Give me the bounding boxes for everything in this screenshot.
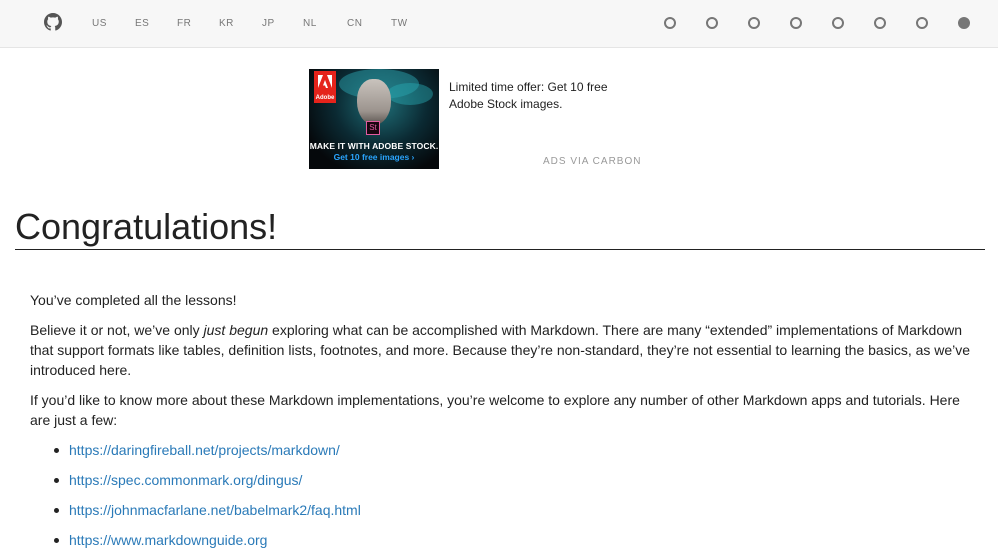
language-link-es[interactable]: ES <box>135 18 149 29</box>
lesson-dot-current[interactable] <box>958 17 970 29</box>
language-link-cn[interactable]: CN <box>347 18 362 29</box>
language-link-fr[interactable]: FR <box>177 18 191 29</box>
lesson-dot[interactable] <box>916 17 928 29</box>
list-item: https://www.markdownguide.org <box>30 530 975 560</box>
extended-markdown-paragraph: Believe it or not, we’ve only just begun… <box>30 320 975 380</box>
ad-image-hair <box>387 83 433 105</box>
top-navigation-bar: US ES FR KR JP NL CN TW <box>0 0 998 48</box>
lesson-dot[interactable] <box>748 17 760 29</box>
resources-intro-paragraph: If you’d like to know more about these M… <box>30 392 960 428</box>
completion-message: You’ve completed all the lessons! <box>30 292 237 308</box>
language-link-jp[interactable]: JP <box>262 18 275 29</box>
resource-links-list: https://daringfireball.net/projects/mark… <box>30 440 975 560</box>
list-item: https://daringfireball.net/projects/mark… <box>30 440 975 470</box>
ad-image[interactable]: Adobe St MAKE IT WITH ADOBE STOCK. Get 1… <box>309 69 439 169</box>
emphasis-text: just begun <box>203 322 269 338</box>
carbon-ad: Adobe St MAKE IT WITH ADOBE STOCK. Get 1… <box>309 69 649 169</box>
lesson-dot[interactable] <box>790 17 802 29</box>
ad-image-cta: Get 10 free images › <box>333 152 415 162</box>
language-link-tw[interactable]: TW <box>391 18 408 29</box>
lesson-dot[interactable] <box>664 17 676 29</box>
language-link-us[interactable]: US <box>92 18 107 29</box>
github-icon[interactable] <box>44 13 62 31</box>
resource-link-daringfireball[interactable]: https://daringfireball.net/projects/mark… <box>69 442 340 458</box>
language-link-nl[interactable]: NL <box>303 18 317 29</box>
lesson-dot[interactable] <box>874 17 886 29</box>
language-link-kr[interactable]: KR <box>219 18 234 29</box>
lesson-content: You’ve completed all the lessons! Believ… <box>30 290 975 560</box>
adobe-stock-badge: St <box>366 121 380 135</box>
lesson-dot[interactable] <box>706 17 718 29</box>
page-title: Congratulations! <box>15 206 985 250</box>
ad-image-headline: MAKE IT WITH ADOBE STOCK. <box>309 141 439 151</box>
ad-image-portrait <box>357 79 391 125</box>
resource-link-commonmark[interactable]: https://spec.commonmark.org/dingus/ <box>69 472 302 488</box>
resource-link-markdownguide[interactable]: https://www.markdownguide.org <box>69 532 267 548</box>
ads-via-carbon-link[interactable]: ADS VIA CARBON <box>543 156 641 167</box>
list-item: https://spec.commonmark.org/dingus/ <box>30 470 975 500</box>
ad-text-link[interactable]: Limited time offer: Get 10 free Adobe St… <box>449 79 639 113</box>
paragraph-text: Believe it or not, we’ve only <box>30 322 204 338</box>
lesson-dot[interactable] <box>832 17 844 29</box>
adobe-logo-icon: Adobe <box>314 71 336 103</box>
resource-link-babelmark[interactable]: https://johnmacfarlane.net/babelmark2/fa… <box>69 502 361 518</box>
list-item: https://johnmacfarlane.net/babelmark2/fa… <box>30 500 975 530</box>
